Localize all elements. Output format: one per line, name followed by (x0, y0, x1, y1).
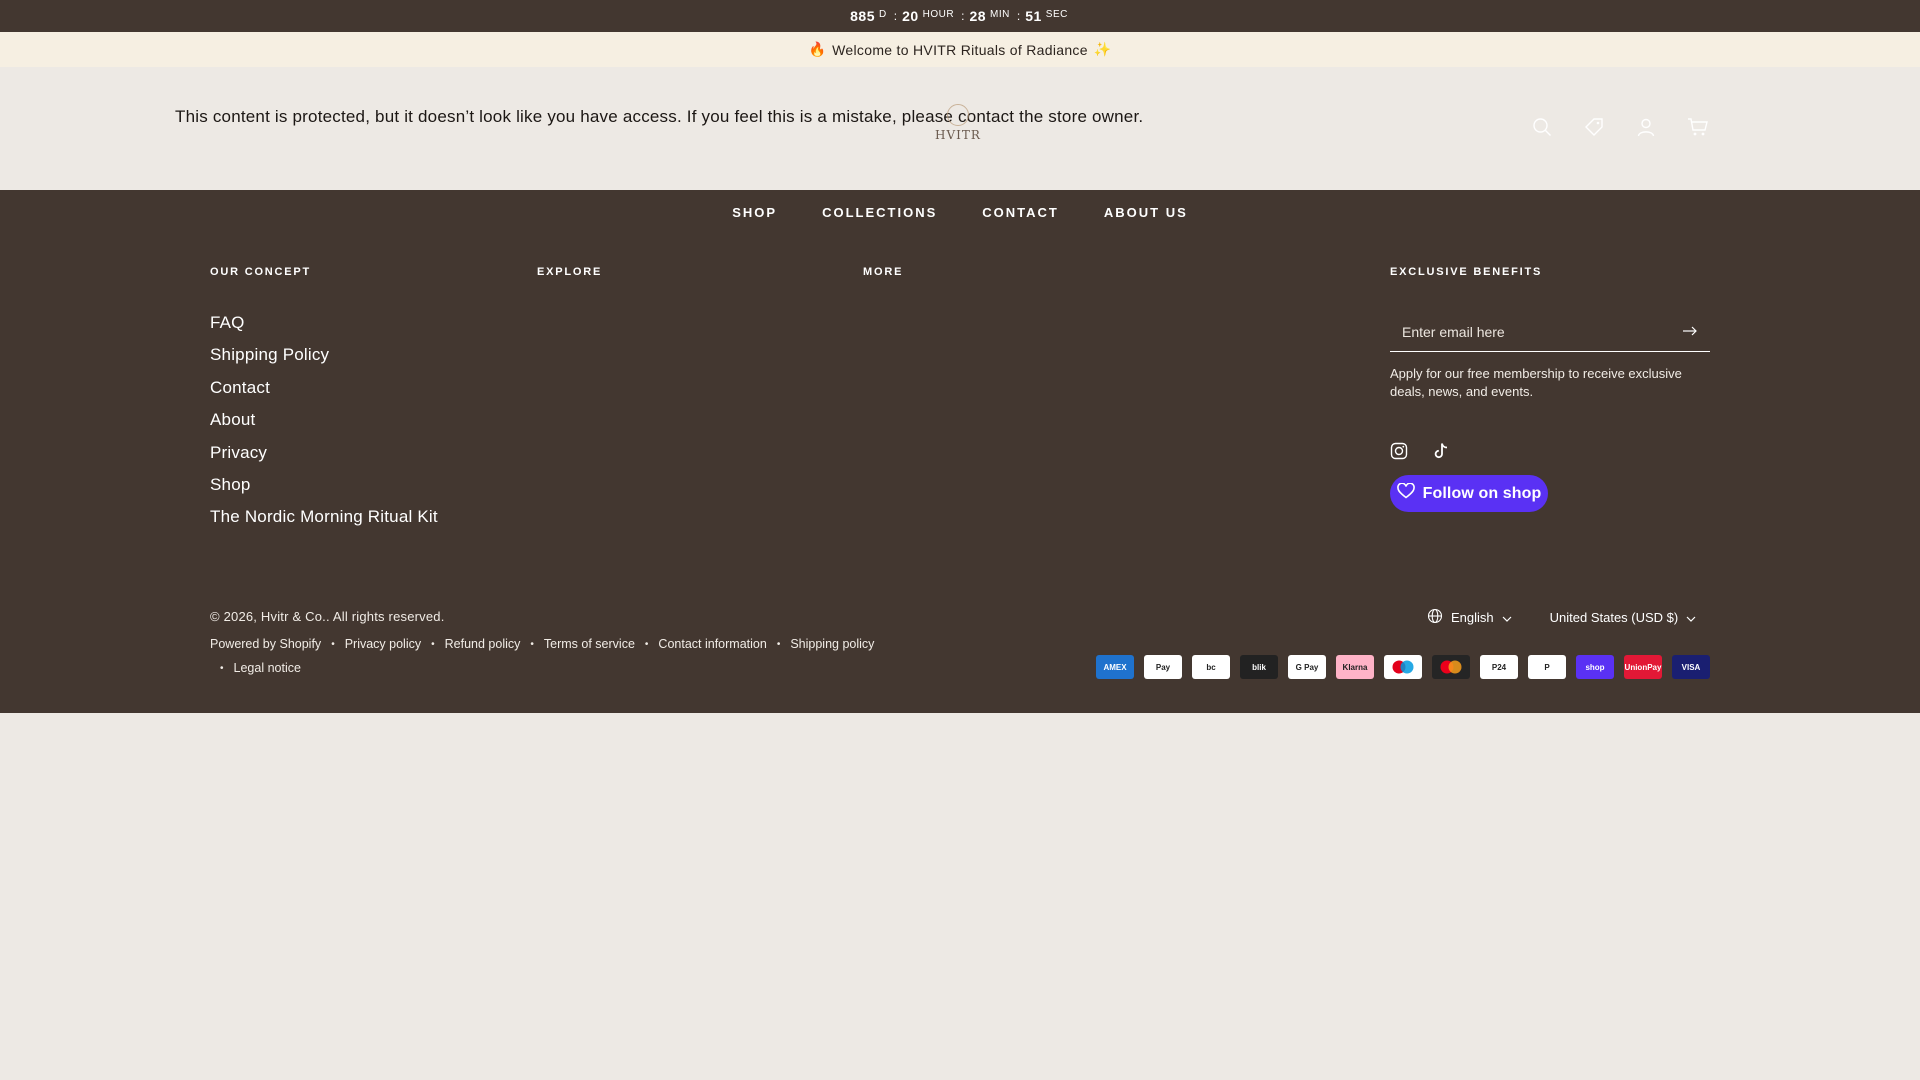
policy-item: • Legal notice (210, 661, 910, 675)
footer-heading-explore: EXPLORE (537, 266, 603, 278)
chevron-down-icon (1502, 610, 1512, 625)
separator-dot: • (644, 638, 649, 650)
footer-heading-concept: OUR CONCEPT (210, 266, 312, 278)
countdown-seconds: 51 (1025, 8, 1042, 24)
nav-item-contact[interactable]: CONTACT (982, 205, 1059, 220)
privacy-policy-link[interactable]: Privacy policy (345, 637, 421, 651)
payment-icon-american-express: AMEX (1096, 655, 1134, 679)
footer-link-faq[interactable]: FAQ (210, 312, 438, 344)
countdown-days: 885 (850, 8, 875, 24)
submit-arrow-icon[interactable] (1682, 323, 1698, 341)
footer-link-list: FAQ Shipping Policy Contact About Privac… (210, 312, 438, 539)
nav-item-shop[interactable]: SHOP (732, 205, 777, 220)
refund-policy-link[interactable]: Refund policy (445, 637, 521, 651)
announcement-text: Welcome to HVITR Rituals of Radiance (832, 41, 1088, 58)
separator-dot: • (431, 638, 435, 650)
legal-notice-link[interactable]: Legal notice (234, 661, 301, 675)
main-nav: SHOP COLLECTIONS CONTACT ABOUT US (0, 190, 1920, 234)
logo-crest-icon (947, 104, 969, 126)
countdown-bar: 885 D : 20 HOUR : 28 MIN : 51 SEC (0, 0, 1920, 32)
email-field[interactable] (1402, 323, 1672, 340)
instagram-icon[interactable] (1390, 442, 1408, 465)
currency-selector[interactable]: United States (USD $) (1550, 610, 1697, 625)
countdown-hours: 20 (902, 8, 919, 24)
globe-icon (1427, 608, 1443, 627)
footer-link-privacy[interactable]: Privacy (210, 442, 438, 474)
announcement-bar: 🔥 Welcome to HVITR Rituals of Radiance ✨ (0, 32, 1920, 67)
language-selector[interactable]: English (1427, 608, 1512, 627)
policy-item: Terms of service • (544, 637, 659, 651)
sparkles-icon: ✨ (1093, 41, 1112, 57)
language-value: English (1451, 610, 1494, 625)
payment-icon-maestro (1384, 655, 1422, 679)
benefits-description: Apply for our free membership to receive… (1390, 366, 1682, 399)
separator-dot: • (776, 638, 781, 650)
locale-selectors: English United States (USD $) (1427, 608, 1696, 627)
footer-link-shop[interactable]: Shop (210, 474, 438, 506)
payment-icon-visa: VISA (1672, 655, 1710, 679)
payment-icon-unionpay: UnionPay (1624, 655, 1662, 679)
footer-heading-benefits: EXCLUSIVE BENEFITS (1390, 266, 1543, 278)
policy-item: Privacy policy • (345, 637, 445, 651)
policy-item: Refund policy • (445, 637, 544, 651)
countdown-minutes: 28 (969, 8, 987, 24)
policy-links: Powered by Shopify • Privacy policy • Refu… (210, 637, 910, 675)
header-actions (1530, 115, 1710, 139)
payment-icon-apple-pay: Pay (1144, 655, 1182, 679)
separator-dot: • (220, 662, 224, 674)
nav-item-about-us[interactable]: ABOUT US (1104, 205, 1188, 220)
countdown-separator: : (1016, 9, 1021, 23)
separator-dot: • (331, 638, 335, 650)
heart-icon (1396, 482, 1415, 504)
tiktok-icon[interactable] (1432, 442, 1450, 465)
tag-icon[interactable] (1582, 115, 1606, 139)
countdown-seconds-unit: SEC (1045, 8, 1068, 20)
payment-icon-mastercard (1432, 655, 1470, 679)
payment-icon-google-pay: G Pay (1288, 655, 1326, 679)
policy-item: Shipping policy (790, 637, 874, 651)
newsletter-form (1390, 312, 1710, 352)
payment-icon-przelewy: P24 (1480, 655, 1518, 679)
powered-by-shopify-link[interactable]: Powered by Shopify (210, 637, 321, 651)
store-logo[interactable]: HVITR (932, 97, 984, 149)
footer-link-ritual-kit[interactable]: The Nordic Morning Ritual Kit (210, 506, 438, 538)
policy-item: Contact information • (658, 637, 790, 651)
follow-button-label: Follow on shop (1422, 484, 1542, 502)
copyright-text: © 2026, Hvitr & Co.. All rights reserved… (210, 609, 445, 624)
account-icon[interactable] (1634, 115, 1658, 139)
social-links (1390, 442, 1450, 465)
contact-information-link[interactable]: Contact information (658, 637, 766, 651)
shipping-policy-link[interactable]: Shipping policy (790, 637, 874, 651)
payment-methods: AMEX Pay bc blik G Pay Klarna P24 Pshop UnionPay… (1096, 655, 1710, 679)
payment-icon-blik: blik (1240, 655, 1278, 679)
site-footer: OUR CONCEPT EXPLORE MORE EXCLUSIVE BENEF… (0, 234, 1920, 713)
nav-item-collections[interactable]: COLLECTIONS (822, 205, 937, 220)
payment-icon-paypal: P (1528, 655, 1566, 679)
countdown-hours-unit: HOUR (922, 8, 955, 20)
payment-icon-shop-pay: shop (1576, 655, 1614, 679)
countdown-minutes-unit: MIN (990, 8, 1010, 20)
policy-item: Powered by Shopify • (210, 637, 345, 651)
footer-link-contact[interactable]: Contact (210, 377, 438, 409)
protected-content-message: This content is protected, but it doesn’… (175, 107, 1144, 126)
fire-icon: 🔥 (808, 41, 827, 57)
site-header: This content is protected, but it doesn’… (0, 67, 1920, 190)
footer-link-shipping-policy[interactable]: Shipping Policy (210, 344, 438, 376)
terms-of-service-link[interactable]: Terms of service (544, 637, 635, 651)
separator-dot: • (530, 638, 534, 650)
payment-icon-bancontact: bc (1192, 655, 1230, 679)
search-icon[interactable] (1530, 115, 1554, 139)
footer-heading-more: MORE (863, 266, 904, 278)
cart-icon[interactable] (1686, 115, 1710, 139)
countdown-separator: : (893, 9, 898, 23)
footer-link-about[interactable]: About (210, 409, 438, 441)
currency-value: United States (USD $) (1549, 610, 1679, 625)
countdown-days-unit: D (879, 8, 887, 20)
countdown-separator: : (961, 9, 965, 23)
chevron-down-icon (1686, 610, 1696, 625)
payment-icon-klarna: Klarna (1336, 655, 1374, 679)
follow-on-shop-button[interactable]: Follow on shop (1390, 475, 1548, 512)
logo-text: HVITR (935, 128, 981, 142)
